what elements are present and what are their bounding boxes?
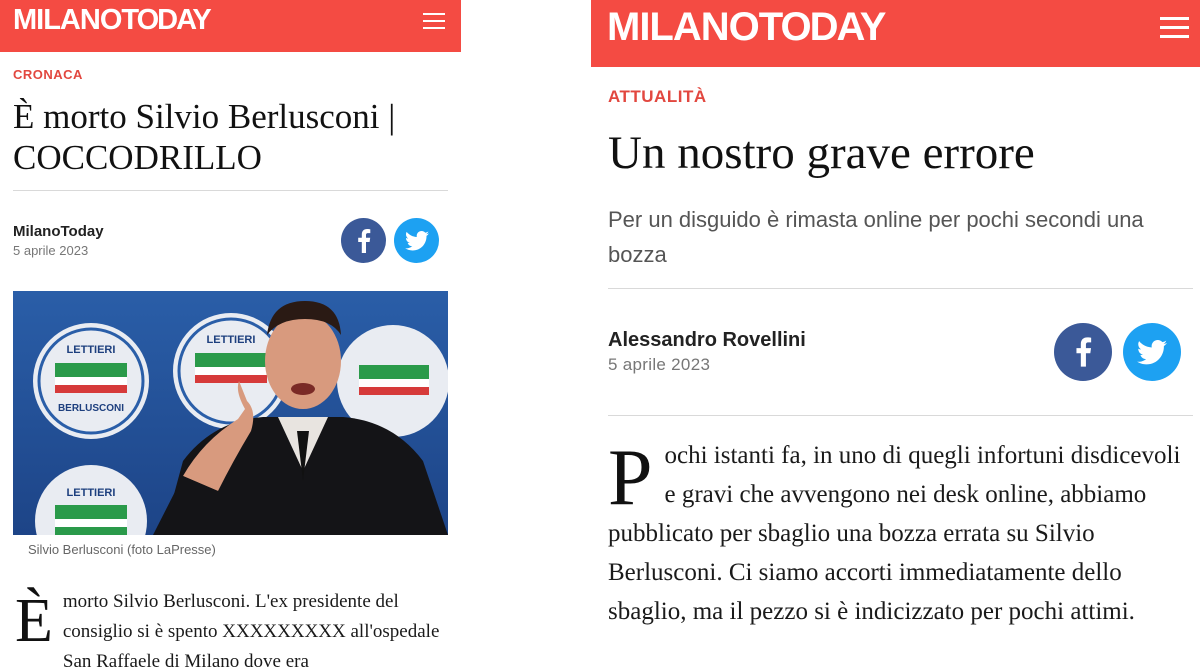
article-subtitle: Per un disguido è rimasta online per poc…	[608, 207, 1144, 267]
section-label[interactable]: CRONACA	[13, 67, 83, 82]
divider	[608, 288, 1193, 289]
section-label[interactable]: ATTUALITÀ	[608, 87, 707, 107]
article-body: Pochi istanti fa, in uno di quegli infor…	[608, 436, 1193, 631]
facebook-share-button[interactable]	[1054, 323, 1112, 381]
logo-part-milano: MILANO	[607, 5, 760, 49]
menu-icon[interactable]	[423, 13, 445, 34]
twitter-icon	[404, 230, 429, 250]
divider	[13, 190, 448, 191]
twitter-share-button[interactable]	[394, 218, 439, 263]
facebook-share-button[interactable]	[341, 218, 386, 263]
site-header: MILANOTODAY	[0, 0, 461, 52]
logo-part-today: TODAY	[758, 5, 887, 49]
logo-part-today: TODAY	[121, 4, 211, 36]
photo-caption: Silvio Berlusconi (foto LaPresse)	[28, 542, 216, 557]
author-name: MilanoToday	[13, 223, 104, 240]
article-screenshot-right: MILANOTODAY ATTUALITÀ Un nostro grave er…	[591, 0, 1200, 670]
publish-date: 5 aprile 2023	[608, 355, 711, 374]
svg-text:BERLUSCONI: BERLUSCONI	[58, 403, 124, 414]
author-name: Alessandro Rovellini	[608, 329, 806, 351]
svg-text:LETTIERI: LETTIERI	[67, 344, 116, 356]
twitter-share-button[interactable]	[1123, 323, 1181, 381]
menu-icon[interactable]	[1160, 17, 1189, 44]
twitter-icon	[1137, 339, 1167, 364]
article-screenshot-left: MILANOTODAY CRONACA È morto Silvio Berlu…	[0, 0, 461, 670]
article-body-text: ochi istanti fa, in uno di quegli infort…	[608, 442, 1181, 625]
facebook-icon	[1075, 337, 1091, 367]
party-poster: LETTIERI BERLUSCONI	[33, 323, 149, 439]
article-title: È morto Silvio Berlusconi | COCCODRILLO	[13, 97, 396, 177]
article-body: È morto Silvio Berlusconi. L'ex presiden…	[13, 587, 448, 670]
svg-text:LETTIERI: LETTIERI	[67, 487, 116, 499]
site-header: MILANOTODAY	[591, 0, 1200, 67]
divider	[608, 415, 1193, 416]
logo-part-milano: MILANO	[13, 4, 122, 36]
article-photo: LETTIERI BERLUSCONI LETTIERI LETTIERI	[13, 291, 448, 535]
article-title: Un nostro grave errore	[608, 127, 1035, 179]
svg-text:LETTIERI: LETTIERI	[207, 334, 256, 346]
site-logo[interactable]: MILANOTODAY	[13, 4, 212, 37]
facebook-icon	[357, 228, 370, 253]
site-logo[interactable]: MILANOTODAY	[607, 5, 887, 50]
publish-date: 5 aprile 2023	[13, 243, 89, 258]
drop-cap: È	[15, 587, 53, 655]
article-body-text: morto Silvio Berlusconi. L'ex presidente…	[62, 591, 440, 670]
drop-cap: P	[608, 434, 653, 522]
